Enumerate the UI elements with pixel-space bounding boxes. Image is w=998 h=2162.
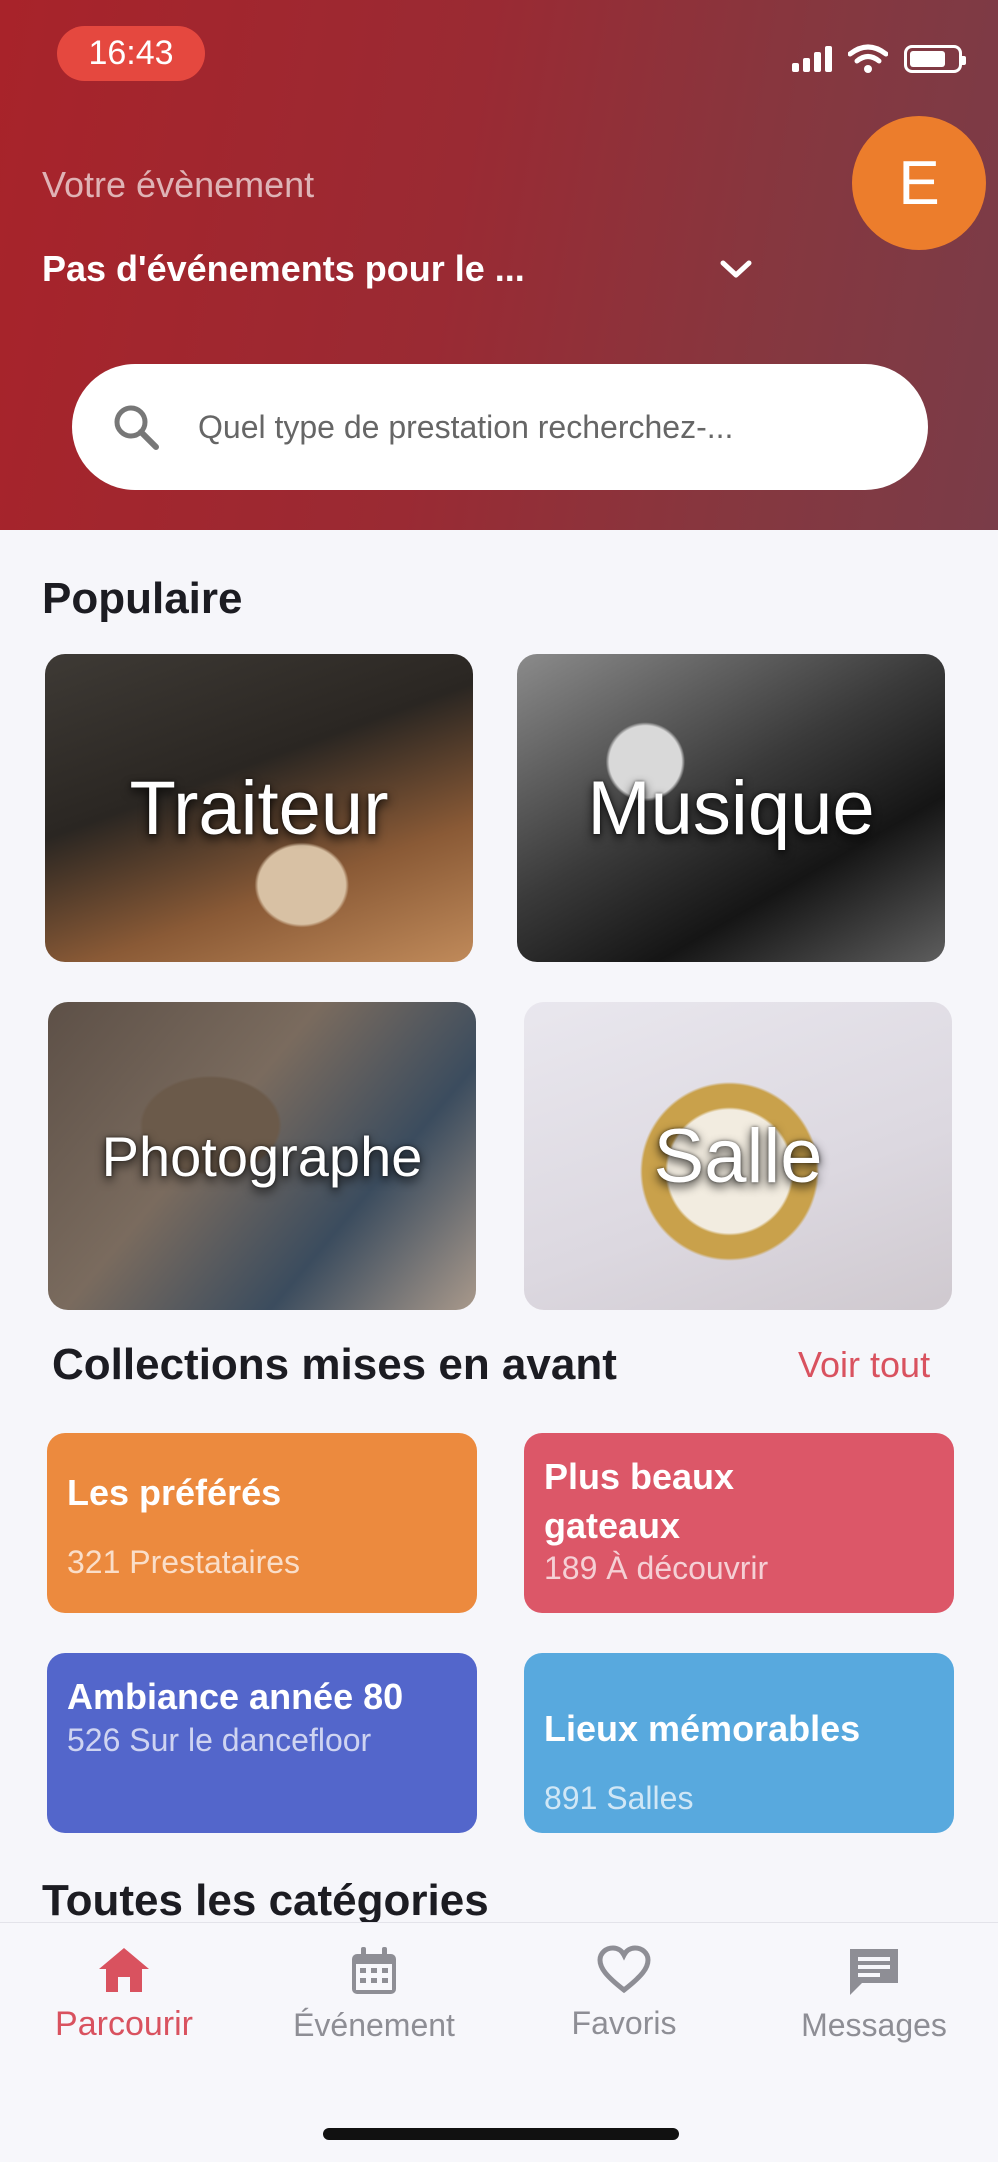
see-all-link[interactable]: Voir tout xyxy=(798,1344,930,1386)
calendar-icon xyxy=(352,1947,396,1994)
home-icon xyxy=(99,1948,149,1992)
home-indicator xyxy=(323,2128,679,2140)
tile-label: Photographe xyxy=(101,1124,423,1188)
tab-parcourir[interactable]: Parcourir xyxy=(4,1945,244,2044)
heart-icon xyxy=(597,1945,651,1994)
event-label: Votre évènement xyxy=(42,164,315,205)
collections-title: Collections mises en avant xyxy=(52,1340,617,1389)
tab-label: Favoris xyxy=(571,2005,677,2041)
tab-favoris[interactable]: Favoris xyxy=(504,1945,744,2042)
category-tile-traiteur[interactable]: Traiteur xyxy=(45,654,473,962)
tab-label: Parcourir xyxy=(55,2005,193,2043)
header: 16:43 Votre évènement Pas d'événements p… xyxy=(0,0,998,530)
collection-count: 526 Sur le dancefloor xyxy=(67,1721,372,1758)
collection-name: Plus beaux gateaux xyxy=(544,1456,735,1546)
popular-title: Populaire xyxy=(42,574,243,623)
wifi-icon xyxy=(848,44,888,73)
tab-label: Messages xyxy=(801,2007,947,2043)
collection-card-lieux[interactable]: Lieux mémorables 891 Salles xyxy=(524,1653,954,1833)
status-icons xyxy=(792,44,966,74)
avatar[interactable]: E xyxy=(852,116,986,250)
collection-card-annee-80[interactable]: Ambiance année 80 526 Sur le dancefloor xyxy=(47,1653,477,1833)
event-value: Pas d'événements pour le ... xyxy=(42,248,525,289)
collection-name: Lieux mémorables xyxy=(544,1708,861,1749)
collection-count: 321 Prestataires xyxy=(67,1543,301,1580)
cellular-signal-icon xyxy=(792,46,832,72)
category-tile-musique[interactable]: Musique xyxy=(517,654,945,962)
search-icon xyxy=(114,405,159,450)
battery-icon xyxy=(904,45,966,73)
chevron-down-icon xyxy=(720,260,752,278)
tile-label: Salle xyxy=(653,1113,823,1199)
collection-name: Les préférés xyxy=(67,1472,282,1513)
categories-title: Toutes les catégories xyxy=(42,1876,489,1925)
search-bar[interactable] xyxy=(72,364,928,490)
tab-evenement[interactable]: Événement xyxy=(254,1945,494,2044)
category-tile-salle[interactable]: Salle xyxy=(524,1002,952,1310)
category-tile-photographe[interactable]: Photographe xyxy=(48,1002,476,1310)
collection-card-gateaux[interactable]: Plus beaux gateaux 189 À découvrir xyxy=(524,1433,954,1613)
event-selector[interactable]: Pas d'événements pour le ... xyxy=(42,248,754,290)
collection-count: 189 À découvrir xyxy=(544,1550,769,1587)
tile-label: Musique xyxy=(587,765,875,851)
status-bar: 16:43 xyxy=(0,0,998,110)
bottom-tab-bar: Parcourir Événement Favoris Messages xyxy=(0,1922,998,2162)
collection-name: Ambiance année 80 xyxy=(67,1676,404,1717)
collection-count: 891 Salles xyxy=(544,1779,694,1816)
collection-card-preferes[interactable]: Les préférés 321 Prestataires xyxy=(47,1433,477,1613)
search-input[interactable] xyxy=(198,408,838,446)
tab-messages[interactable]: Messages xyxy=(754,1945,994,2044)
tile-label: Traiteur xyxy=(129,765,389,851)
message-icon xyxy=(850,1949,898,1995)
status-time: 16:43 xyxy=(57,26,205,81)
tab-label: Événement xyxy=(293,2007,455,2043)
